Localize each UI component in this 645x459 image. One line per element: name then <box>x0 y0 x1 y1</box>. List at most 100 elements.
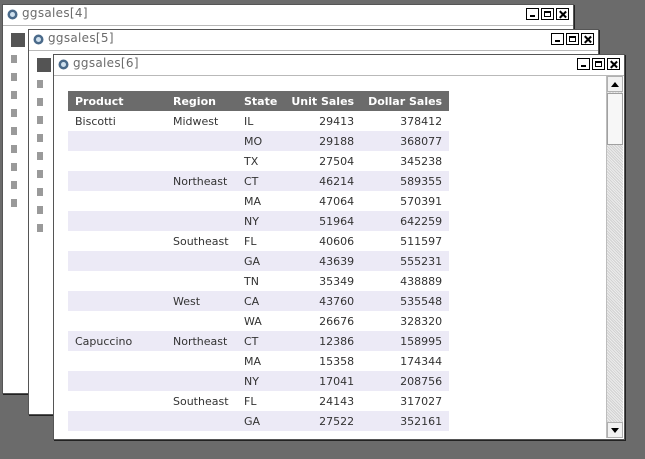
scroll-down-arrow-icon[interactable] <box>607 422 623 438</box>
cell-unit-sales: 15358 <box>319 354 355 368</box>
cell-product <box>68 151 166 171</box>
cell-dollar-sales: 317027 <box>400 394 443 408</box>
cell-state: MO <box>237 131 285 151</box>
minimize-button[interactable] <box>526 8 539 20</box>
cell-unit-sales: 12386 <box>284 331 362 351</box>
cell-product <box>68 171 166 191</box>
title-bar[interactable]: ggsales[5] <box>29 30 598 51</box>
cell-product <box>68 411 166 431</box>
cell-dollar-sales: 555231 <box>361 251 450 271</box>
cell-dollar-sales: 174344 <box>400 354 443 368</box>
cell-unit-sales: 46214 <box>284 171 362 191</box>
cell-state: TN <box>244 274 259 288</box>
scroll-up-arrow-icon[interactable] <box>607 76 623 92</box>
window-ggsales-6[interactable]: ggsales[6] Product Region State Unit Sal… <box>53 54 625 440</box>
table-row: MA 47064 570391 <box>68 191 449 211</box>
sales-table: Product Region State Unit Sales Dollar S… <box>68 91 450 431</box>
table-row: MA 15358 174344 <box>68 351 449 371</box>
title-bar[interactable]: ggsales[6] <box>54 55 624 76</box>
window-title: ggsales[6] <box>73 56 139 70</box>
table-row: GA 43639 555231 <box>68 251 450 271</box>
cell-region <box>166 411 237 431</box>
column-header-region: Region <box>166 91 237 111</box>
cell-unit-sales: 29413 <box>319 114 355 128</box>
cell-state: TX <box>244 154 259 168</box>
table-row: GA 27522 352161 <box>68 411 450 431</box>
cell-region <box>166 131 237 151</box>
cell-region: Midwest <box>173 114 219 128</box>
cell-state: CT <box>237 171 285 191</box>
column-header-state: State <box>237 91 285 111</box>
table-row: TX 27504 345238 <box>68 151 449 171</box>
cell-unit-sales: 27504 <box>319 154 355 168</box>
close-button[interactable] <box>607 58 620 70</box>
cell-dollar-sales: 535548 <box>361 291 450 311</box>
minimize-button[interactable] <box>551 33 564 45</box>
cell-unit-sales: 51964 <box>284 211 362 231</box>
maximize-button[interactable] <box>592 58 605 70</box>
cell-state: GA <box>237 411 285 431</box>
cell-unit-sales: 47064 <box>319 194 355 208</box>
cell-state: CT <box>237 331 285 351</box>
cell-region <box>166 271 237 291</box>
cell-state: MA <box>244 354 262 368</box>
vertical-scrollbar[interactable] <box>606 76 623 438</box>
cell-region <box>166 311 237 331</box>
cell-unit-sales: 27522 <box>284 411 362 431</box>
cell-dollar-sales: 208756 <box>361 371 450 391</box>
maximize-button[interactable] <box>541 8 554 20</box>
table-row: WA 26676 328320 <box>68 311 449 331</box>
table-row: West CA 43760 535548 <box>68 291 450 311</box>
cell-dollar-sales: 345238 <box>400 154 443 168</box>
cell-state: FL <box>244 394 257 408</box>
cell-state: NY <box>237 211 285 231</box>
cell-product <box>68 251 166 271</box>
cell-region: Southeast <box>173 234 229 248</box>
close-button[interactable] <box>581 33 594 45</box>
cell-state: FL <box>244 234 257 248</box>
cell-dollar-sales: 511597 <box>400 234 443 248</box>
maximize-button[interactable] <box>566 33 579 45</box>
cell-region: Northeast <box>166 331 237 351</box>
cell-region <box>166 151 237 171</box>
cell-product <box>68 371 166 391</box>
cell-product: Capuccino <box>68 331 166 351</box>
cell-product <box>68 191 166 211</box>
title-bar[interactable]: ggsales[4] <box>3 5 573 26</box>
cell-region: Northeast <box>166 171 237 191</box>
cell-region <box>166 251 237 271</box>
cell-product <box>68 131 166 151</box>
cell-unit-sales: 17041 <box>284 371 362 391</box>
cell-dollar-sales: 158995 <box>361 331 450 351</box>
cell-dollar-sales: 570391 <box>400 194 443 208</box>
report-content: Product Region State Unit Sales Dollar S… <box>55 76 623 438</box>
app-icon <box>58 59 69 70</box>
app-icon <box>33 34 44 45</box>
cell-dollar-sales: 438889 <box>400 274 443 288</box>
cell-unit-sales: 40606 <box>319 234 355 248</box>
cell-region <box>166 211 237 231</box>
cell-region <box>166 191 237 211</box>
column-header-product: Product <box>68 91 166 111</box>
cell-product <box>68 211 166 231</box>
scroll-thumb[interactable] <box>607 93 623 145</box>
cell-unit-sales: 43760 <box>284 291 362 311</box>
table-row: TN 35349 438889 <box>68 271 449 291</box>
cell-product: Biscotti <box>75 114 116 128</box>
cell-unit-sales: 26676 <box>319 314 355 328</box>
minimize-button[interactable] <box>577 58 590 70</box>
cell-state: CA <box>237 291 285 311</box>
cell-product <box>68 231 166 251</box>
window-title: ggsales[4] <box>22 6 88 20</box>
cell-region: West <box>166 291 237 311</box>
cell-product <box>68 311 166 331</box>
cell-product <box>68 391 166 411</box>
table-preview <box>11 33 25 217</box>
table-row: Capuccino Northeast CT 12386 158995 <box>68 331 450 351</box>
cell-state: MA <box>244 194 262 208</box>
table-row: Northeast CT 46214 589355 <box>68 171 450 191</box>
cell-dollar-sales: 589355 <box>361 171 450 191</box>
close-button[interactable] <box>556 8 569 20</box>
table-row: Southeast FL 24143 317027 <box>68 391 449 411</box>
cell-region <box>166 351 237 371</box>
